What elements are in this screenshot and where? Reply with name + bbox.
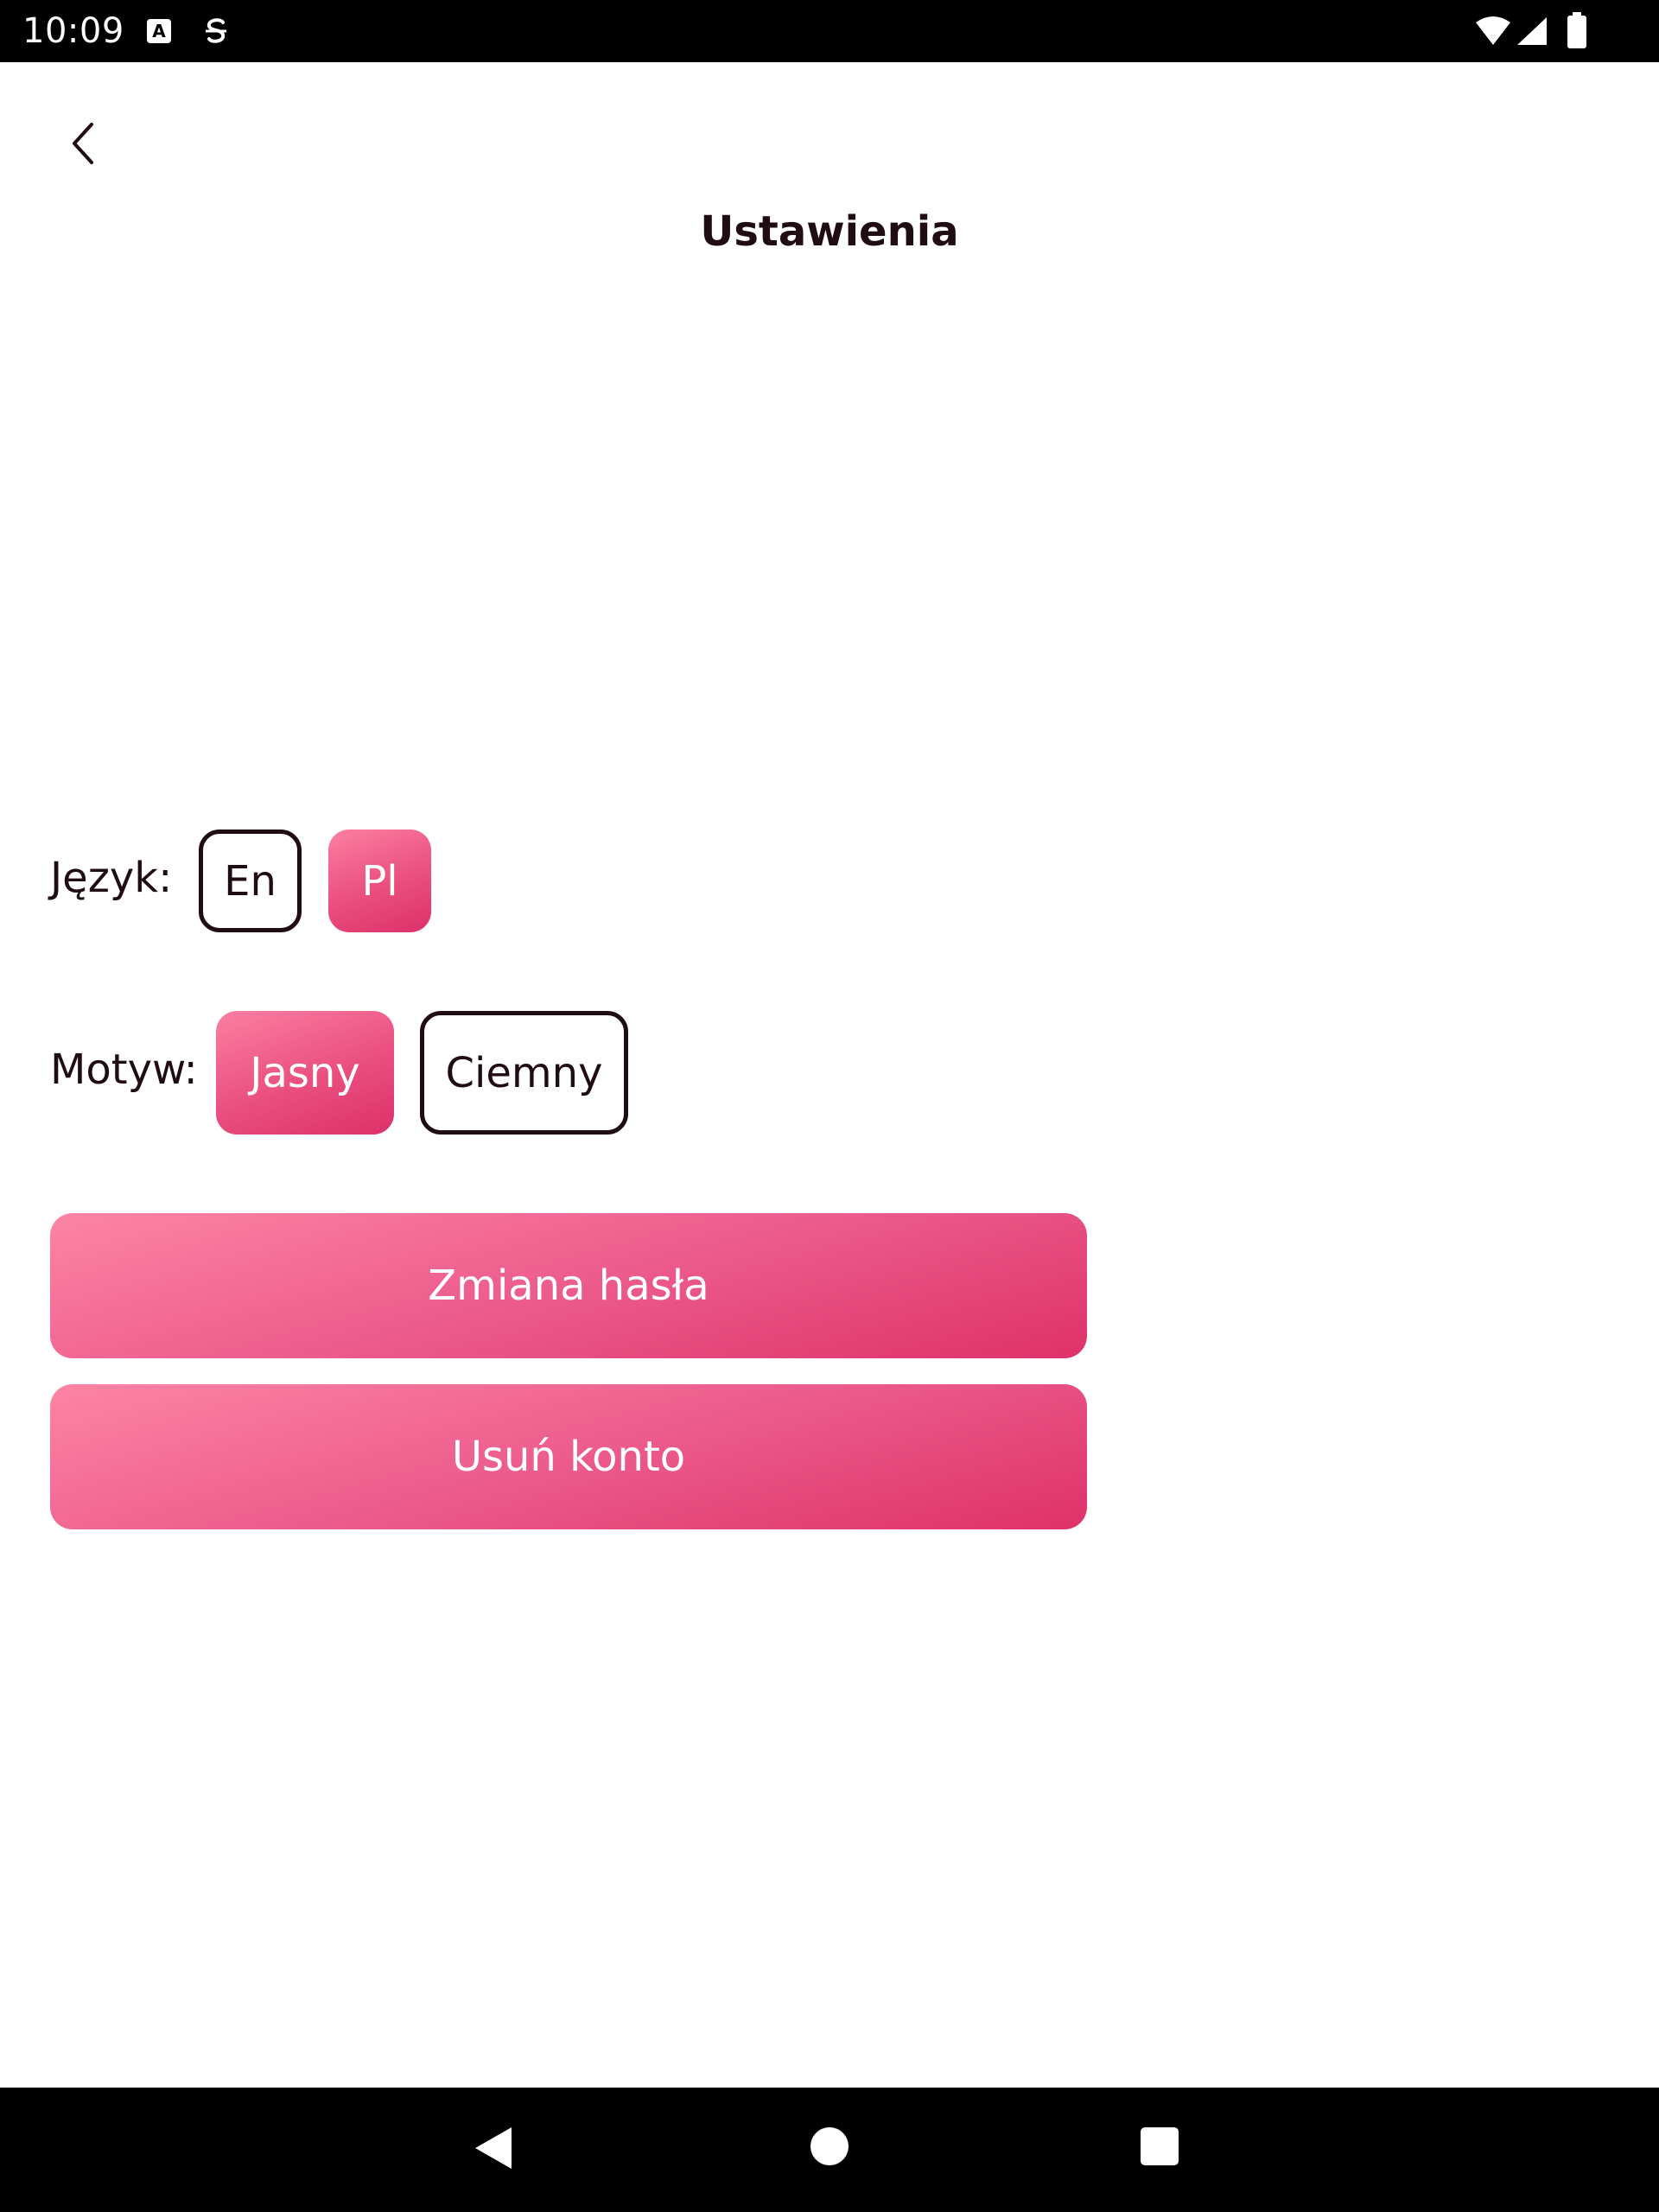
page-title: Ustawienia (0, 207, 1659, 256)
home-circle-icon[interactable] (810, 2127, 849, 2165)
page-title-text: Ustawienia (700, 207, 959, 256)
theme-option-light[interactable]: Jasny (216, 1011, 394, 1135)
recents-square-icon[interactable] (1141, 2127, 1179, 2165)
signal-icon (1517, 17, 1547, 45)
theme-option-dark-label: Ciemny (445, 1048, 603, 1097)
chevron-left-icon (73, 123, 93, 164)
status-bar: 10:09 A (0, 0, 1659, 62)
theme-label: Motyw: (50, 1046, 198, 1094)
delete-account-button[interactable]: Usuń konto (50, 1384, 1087, 1529)
a-badge-icon: A (147, 19, 171, 43)
change-password-button[interactable]: Zmiana hasła (50, 1213, 1087, 1358)
battery-icon (1567, 12, 1586, 48)
language-option-pl[interactable]: Pl (328, 830, 431, 932)
wifi-icon (1476, 16, 1510, 45)
language-option-pl-label: Pl (361, 856, 398, 906)
back-button[interactable] (52, 112, 114, 175)
theme-option-light-label: Jasny (250, 1048, 360, 1097)
change-password-label: Zmiana hasła (428, 1262, 709, 1310)
theme-option-dark[interactable]: Ciemny (420, 1011, 628, 1135)
language-option-en[interactable]: En (199, 830, 302, 932)
navigation-bar (0, 2088, 1659, 2212)
sync-icon (206, 18, 226, 43)
delete-account-label: Usuń konto (451, 1433, 686, 1481)
language-option-en-label: En (224, 856, 276, 906)
back-triangle-icon[interactable] (474, 2126, 513, 2171)
language-label: Język: (50, 854, 173, 902)
status-time: 10:09 (22, 11, 124, 51)
